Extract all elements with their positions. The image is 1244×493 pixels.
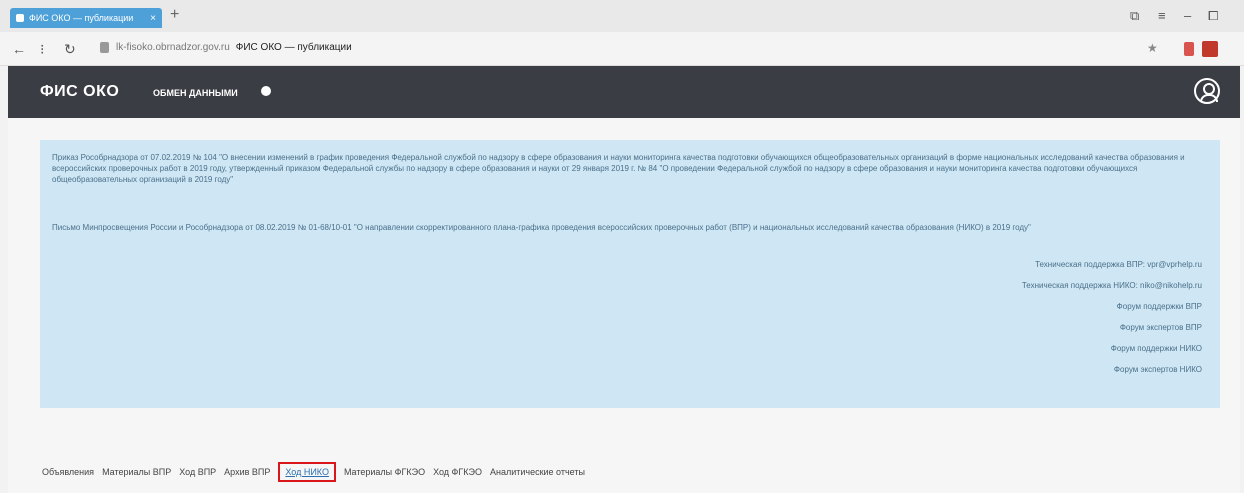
site-header: ФИС ОКО ОБМЕН ДАННЫМИ (8, 66, 1240, 118)
nav-announcements[interactable]: Объявления (42, 467, 94, 477)
url-domain: lk-fisoko.obrnadzor.gov.ru (116, 42, 230, 53)
support-link-niko-email[interactable]: Техническая поддержка НИКО: niko@nikohel… (1022, 281, 1202, 290)
forum-link-vpr-support[interactable]: Форум поддержки ВПР (1022, 302, 1202, 311)
maximize-icon[interactable]: ⧠ (1208, 8, 1218, 24)
new-tab-button[interactable]: + (170, 6, 179, 24)
nav-fgkeo-materials[interactable]: Материалы ФГКЭО (344, 467, 425, 477)
reload-button[interactable]: ↻ (64, 41, 76, 58)
nav-vpr-archive[interactable]: Архив ВПР (224, 467, 270, 477)
nav-vpr-progress[interactable]: Ход ВПР (179, 467, 216, 477)
bookmark-icon[interactable]: ⁝ (40, 41, 44, 58)
nav-niko-progress[interactable]: Ход НИКО (278, 462, 336, 482)
forum-link-niko-experts[interactable]: Форум экспертов НИКО (1022, 365, 1202, 374)
url-field[interactable]: lk-fisoko.obrnadzor.gov.ru ФИС ОКО — публ… (116, 42, 352, 53)
nav-fgkeo-progress[interactable]: Ход ФГКЭО (433, 467, 482, 477)
minimize-icon[interactable]: – (1184, 8, 1191, 23)
user-account-icon[interactable] (1194, 78, 1220, 104)
browser-tab[interactable]: ФИС ОКО — публикации × (10, 8, 162, 28)
forum-link-vpr-experts[interactable]: Форум экспертов ВПР (1022, 323, 1202, 332)
extension-icon-2[interactable] (1202, 41, 1218, 57)
menu-icon[interactable]: ≡ (1158, 8, 1166, 23)
letter-text: Письмо Минпросвещения России и Рособрнад… (52, 223, 1031, 232)
status-dot-icon (261, 86, 271, 96)
nav-analytic-reports[interactable]: Аналитические отчеты (490, 467, 585, 477)
data-exchange-link[interactable]: ОБМЕН ДАННЫМИ (153, 88, 238, 98)
nav-vpr-materials[interactable]: Материалы ВПР (102, 467, 171, 477)
order-text: Приказ Рособрнадзора от 07.02.2019 № 104… (52, 153, 1185, 184)
tab-title: ФИС ОКО — публикации (29, 13, 134, 23)
url-page-title: ФИС ОКО — публикации (235, 42, 352, 53)
browser-tab-bar: ФИС ОКО — публикации × + ⧉ ≡ – ⧠ (0, 0, 1244, 32)
close-tab-icon[interactable]: × (150, 13, 156, 24)
back-button[interactable]: ← (12, 41, 26, 57)
info-panel: Приказ Рособрнадзора от 07.02.2019 № 104… (40, 140, 1220, 408)
support-link-vpr-email[interactable]: Техническая поддержка ВПР: vpr@vprhelp.r… (1022, 260, 1202, 269)
forum-link-niko-support[interactable]: Форум поддержки НИКО (1022, 344, 1202, 353)
address-bar: ← ⁝ ↻ lk-fisoko.obrnadzor.gov.ru ФИС ОКО … (0, 32, 1244, 66)
extension-icon[interactable] (1184, 42, 1194, 56)
site-logo[interactable]: ФИС ОКО (40, 83, 119, 101)
lock-icon (100, 42, 109, 53)
support-links: Техническая поддержка ВПР: vpr@vprhelp.r… (1022, 260, 1202, 386)
tabs-icon[interactable]: ⧉ (1130, 8, 1139, 24)
section-nav: Объявления Материалы ВПР Ход ВПР Архив В… (42, 462, 585, 482)
favicon-icon (16, 14, 24, 22)
star-icon[interactable]: ★ (1147, 41, 1158, 55)
